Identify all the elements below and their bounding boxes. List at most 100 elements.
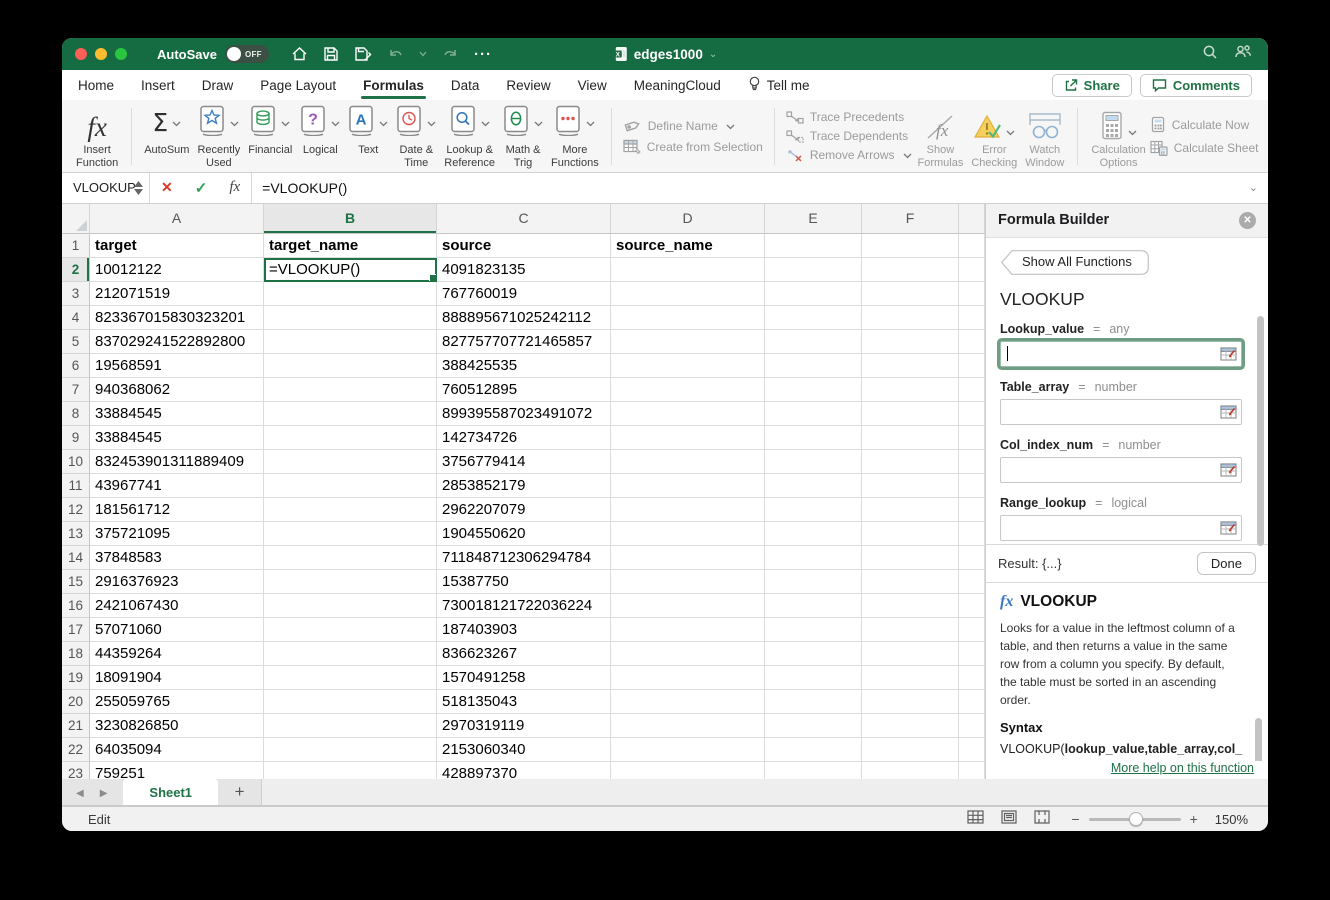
cell-C21[interactable]: 2970319119 xyxy=(437,714,611,738)
row-header-15[interactable]: 15 xyxy=(62,570,90,594)
column-header-C[interactable]: C xyxy=(437,204,611,234)
column-header-B[interactable]: B xyxy=(264,204,437,234)
row-header-9[interactable]: 9 xyxy=(62,426,90,450)
cell-E11[interactable] xyxy=(765,474,862,498)
partial-cell[interactable] xyxy=(959,594,985,618)
cell-C13[interactable]: 1904550620 xyxy=(437,522,611,546)
more-help-link[interactable]: More help on this function xyxy=(1111,761,1254,775)
row-header-18[interactable]: 18 xyxy=(62,642,90,666)
row-header-6[interactable]: 6 xyxy=(62,354,90,378)
partial-cell[interactable] xyxy=(959,282,985,306)
watch-window-button[interactable]: Watch Window xyxy=(1021,103,1068,170)
row-header-14[interactable]: 14 xyxy=(62,546,90,570)
row-header-21[interactable]: 21 xyxy=(62,714,90,738)
cell-B9[interactable] xyxy=(264,426,437,450)
range-lookup-input[interactable] xyxy=(1000,515,1242,541)
cell-F1[interactable] xyxy=(862,234,959,258)
cell-C17[interactable]: 187403903 xyxy=(437,618,611,642)
partial-cell[interactable] xyxy=(959,498,985,522)
partial-cell[interactable] xyxy=(959,306,985,330)
expand-formula-bar-icon[interactable]: ⌄ xyxy=(1249,181,1268,194)
partial-cell[interactable] xyxy=(959,570,985,594)
search-icon[interactable] xyxy=(1202,44,1218,65)
cell-B11[interactable] xyxy=(264,474,437,498)
close-window-button[interactable] xyxy=(75,48,87,60)
cell-B22[interactable] xyxy=(264,738,437,762)
cell-C16[interactable]: 730018121722036224 xyxy=(437,594,611,618)
cell-E22[interactable] xyxy=(765,738,862,762)
error-checking-button[interactable]: Error Checking xyxy=(967,103,1021,170)
cell-E1[interactable] xyxy=(765,234,862,258)
cell-E16[interactable] xyxy=(765,594,862,618)
partial-cell[interactable] xyxy=(959,402,985,426)
range-selector-icon[interactable] xyxy=(1220,347,1237,361)
chevron-down-icon[interactable] xyxy=(586,114,595,132)
trace-precedents-button[interactable]: Trace Precedents xyxy=(786,110,912,124)
insert-function-button[interactable]: fx Insert Function xyxy=(72,103,122,170)
cell-D7[interactable] xyxy=(611,378,765,402)
row-header-4[interactable]: 4 xyxy=(62,306,90,330)
cell-A21[interactable]: 3230826850 xyxy=(90,714,264,738)
cell-C2[interactable]: 4091823135 xyxy=(437,258,611,282)
cell-C10[interactable]: 3756779414 xyxy=(437,450,611,474)
cell-A19[interactable]: 18091904 xyxy=(90,666,264,690)
partial-cell[interactable] xyxy=(959,714,985,738)
menu-tab-tell-me[interactable]: Tell me xyxy=(748,70,810,100)
cell-A1[interactable]: target xyxy=(90,234,264,258)
chevron-down-icon[interactable] xyxy=(481,114,490,132)
row-header-22[interactable]: 22 xyxy=(62,738,90,762)
cell-A5[interactable]: 837029241522892800 xyxy=(90,330,264,354)
cell-F8[interactable] xyxy=(862,402,959,426)
cell-C3[interactable]: 767760019 xyxy=(437,282,611,306)
page-layout-view-icon[interactable] xyxy=(1001,810,1017,829)
cell-C11[interactable]: 2853852179 xyxy=(437,474,611,498)
insert-function-fx-button[interactable]: fx xyxy=(218,179,251,196)
ribbon-more-functions-button[interactable]: More Functions xyxy=(548,103,602,170)
cell-E4[interactable] xyxy=(765,306,862,330)
cell-B8[interactable] xyxy=(264,402,437,426)
cell-B19[interactable] xyxy=(264,666,437,690)
cell-D15[interactable] xyxy=(611,570,765,594)
cell-E3[interactable] xyxy=(765,282,862,306)
chevron-down-icon[interactable] xyxy=(281,114,290,132)
cell-E5[interactable] xyxy=(765,330,862,354)
cell-A22[interactable]: 64035094 xyxy=(90,738,264,762)
menu-tab-home[interactable]: Home xyxy=(78,70,114,100)
cell-C4[interactable]: 888895671025242112 xyxy=(437,306,611,330)
ribbon-date-time-button[interactable]: Date & Time xyxy=(393,103,439,170)
cell-B10[interactable] xyxy=(264,450,437,474)
cell-F7[interactable] xyxy=(862,378,959,402)
chevron-down-icon[interactable] xyxy=(379,114,388,132)
chevron-down-icon[interactable] xyxy=(427,114,436,132)
col-index-num-input[interactable] xyxy=(1000,457,1242,483)
row-header-11[interactable]: 11 xyxy=(62,474,90,498)
menu-tab-insert[interactable]: Insert xyxy=(141,70,175,100)
cell-D17[interactable] xyxy=(611,618,765,642)
cell-F4[interactable] xyxy=(862,306,959,330)
row-header-16[interactable]: 16 xyxy=(62,594,90,618)
title-chevron-icon[interactable]: ⌄ xyxy=(709,49,717,60)
show-formulas-button[interactable]: fx Show Formulas xyxy=(914,103,968,170)
row-header-8[interactable]: 8 xyxy=(62,402,90,426)
partial-cell[interactable] xyxy=(959,522,985,546)
cell-F23[interactable] xyxy=(862,762,959,779)
cell-E17[interactable] xyxy=(765,618,862,642)
prev-sheet-icon[interactable]: ◀ xyxy=(76,788,84,799)
cell-E13[interactable] xyxy=(765,522,862,546)
cell-A17[interactable]: 57071060 xyxy=(90,618,264,642)
menu-tab-formulas[interactable]: Formulas xyxy=(363,70,424,100)
row-header-13[interactable]: 13 xyxy=(62,522,90,546)
remove-arrows-button[interactable]: Remove Arrows xyxy=(786,148,912,162)
cell-E12[interactable] xyxy=(765,498,862,522)
cell-D10[interactable] xyxy=(611,450,765,474)
cell-B21[interactable] xyxy=(264,714,437,738)
cell-A11[interactable]: 43967741 xyxy=(90,474,264,498)
close-panel-icon[interactable]: ✕ xyxy=(1239,212,1256,229)
chevron-down-icon[interactable] xyxy=(230,114,239,132)
cell-C8[interactable]: 899395587023491072 xyxy=(437,402,611,426)
save-icon[interactable] xyxy=(323,46,339,62)
cell-D9[interactable] xyxy=(611,426,765,450)
row-header-17[interactable]: 17 xyxy=(62,618,90,642)
cell-F21[interactable] xyxy=(862,714,959,738)
zoom-out-icon[interactable]: − xyxy=(1071,811,1079,827)
